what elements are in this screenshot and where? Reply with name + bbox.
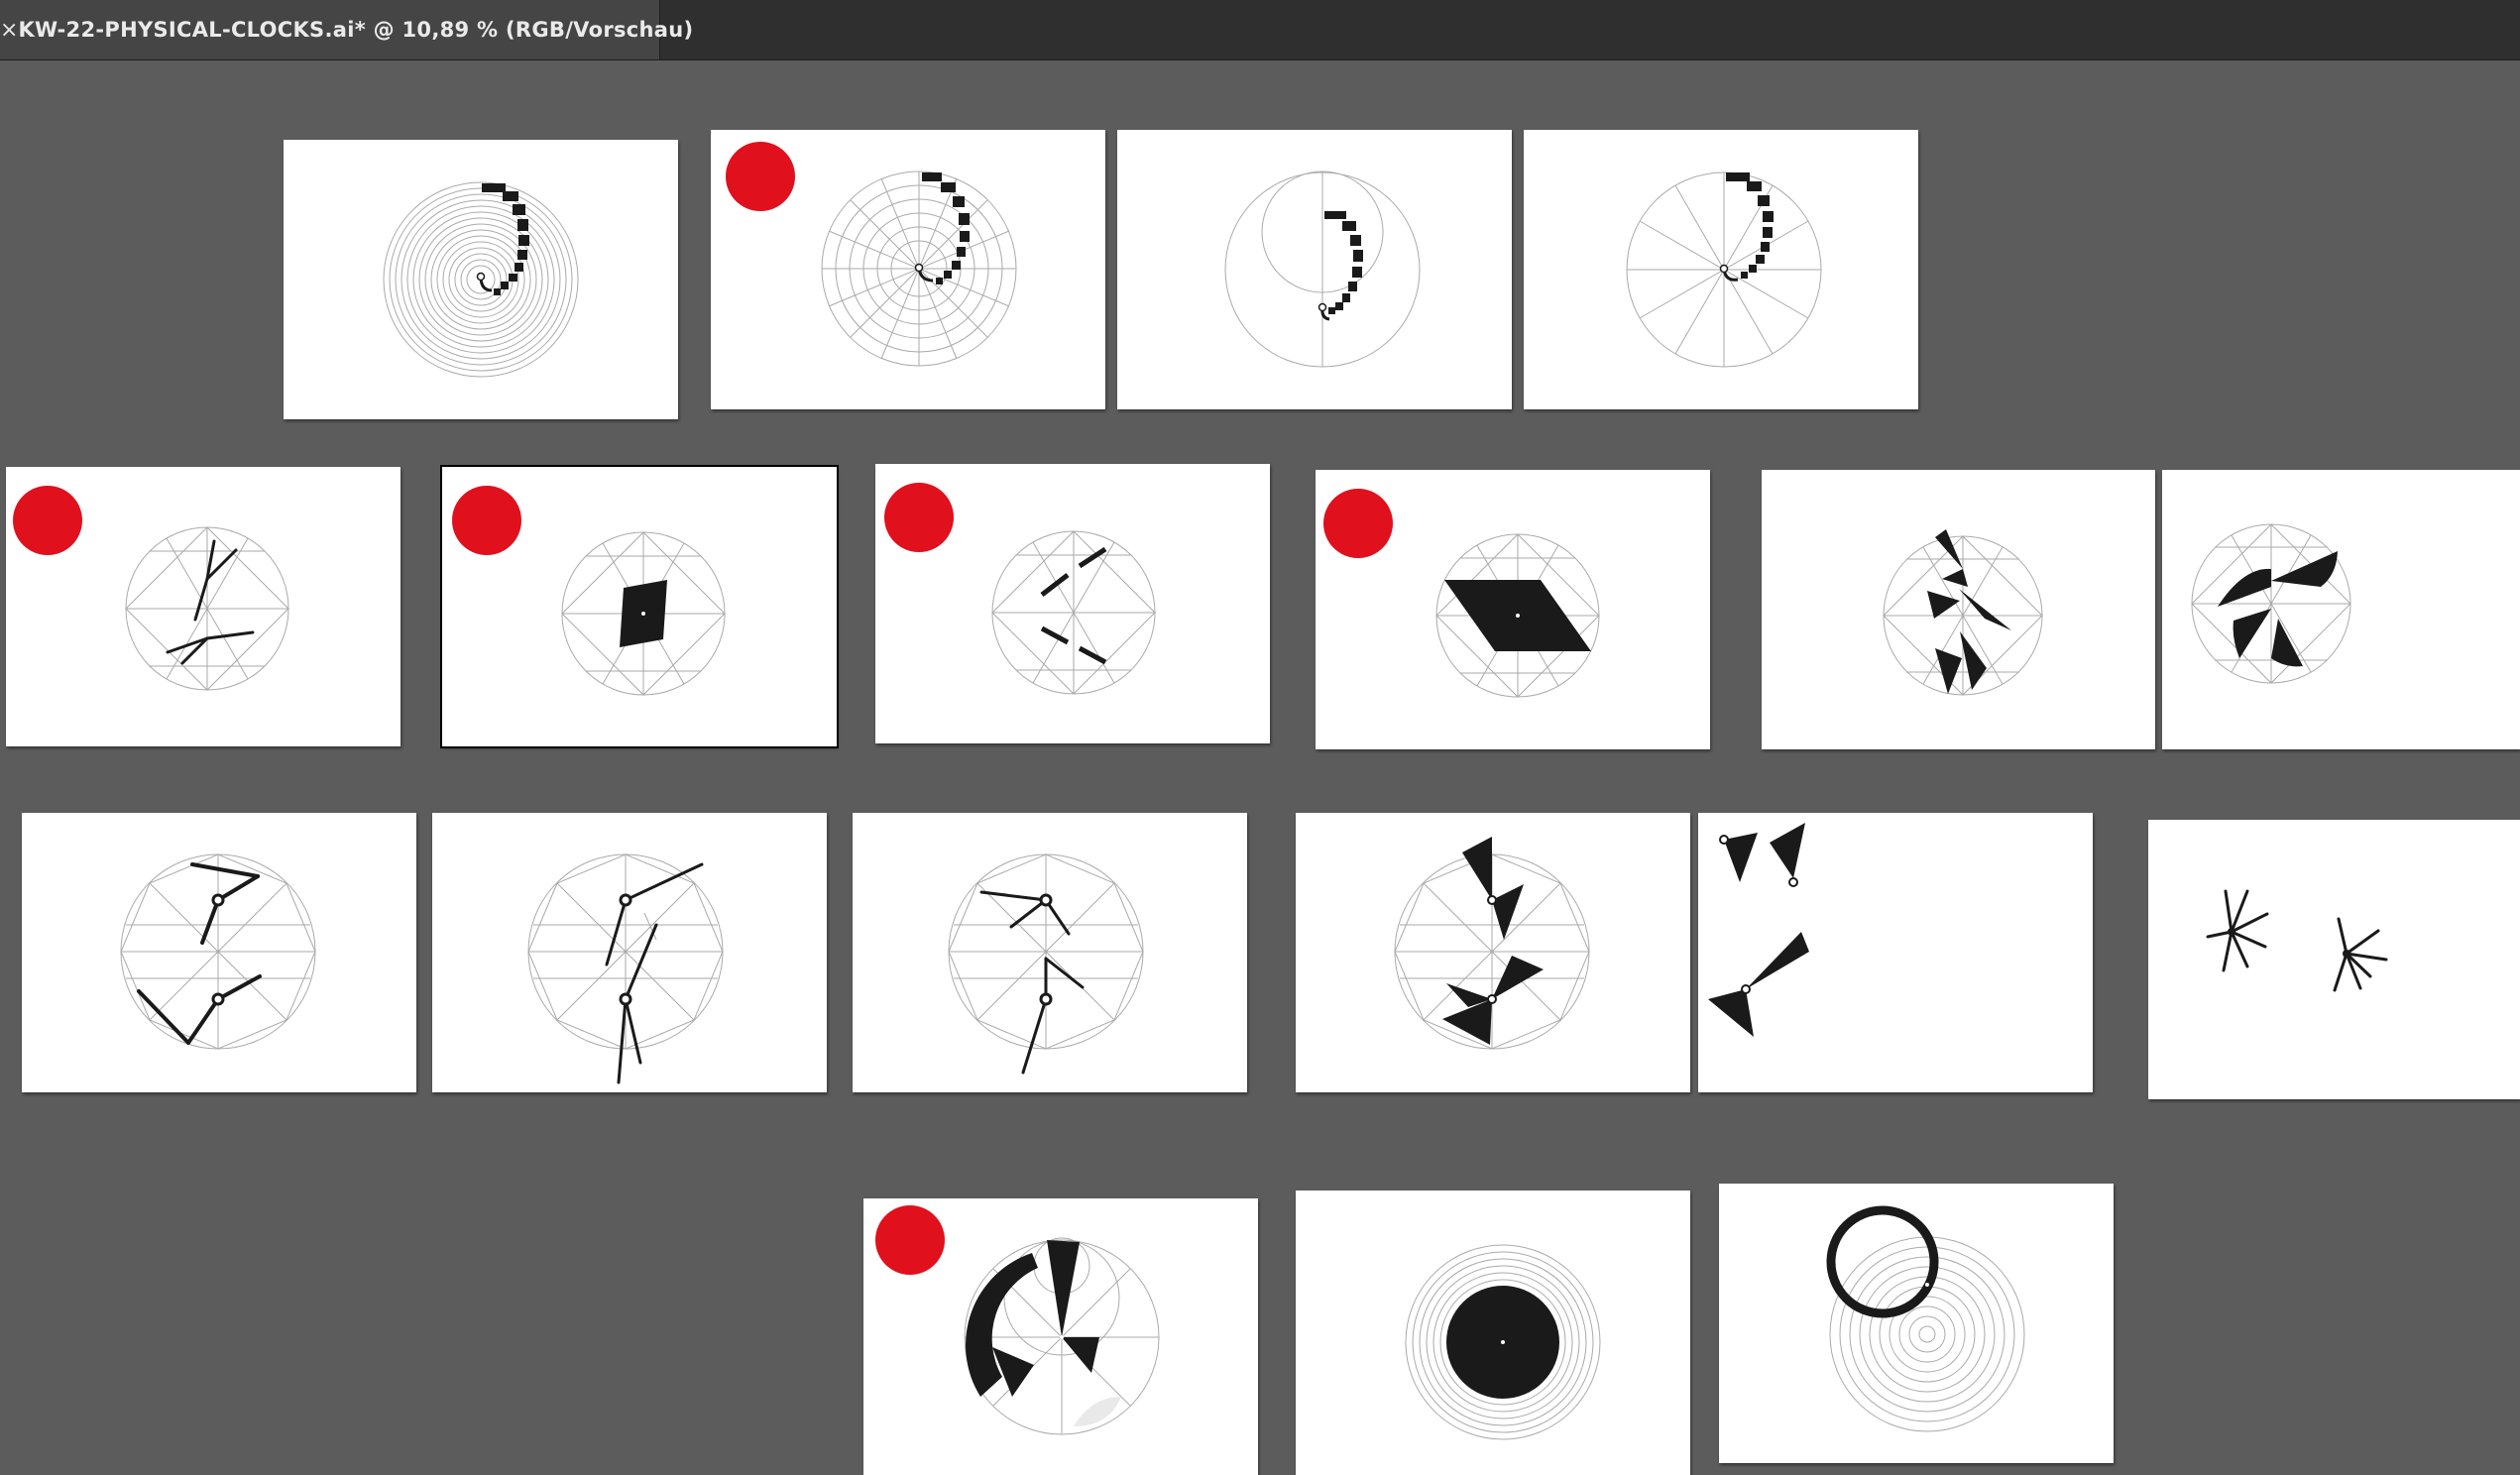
marker-dot bbox=[13, 486, 82, 555]
starbursts bbox=[2206, 889, 2388, 992]
marker-dot bbox=[884, 483, 954, 552]
double-hands-clock bbox=[13, 486, 289, 691]
artboard[interactable] bbox=[284, 140, 678, 419]
artboard[interactable] bbox=[863, 1198, 1258, 1475]
artboard[interactable] bbox=[853, 813, 1247, 1092]
polar-grid-spiral-clock bbox=[726, 142, 1017, 367]
document-tab[interactable]: × KW-22-PHYSICAL-CLOCKS.ai* @ 10,89 % (R… bbox=[0, 0, 693, 59]
bar-pairs-clock bbox=[884, 483, 1156, 695]
artboard[interactable] bbox=[432, 813, 827, 1092]
close-tab-icon[interactable]: × bbox=[0, 18, 18, 43]
artboard[interactable] bbox=[1296, 1191, 1690, 1475]
document-tab-bar: × KW-22-PHYSICAL-CLOCKS.ai* @ 10,89 % (R… bbox=[0, 0, 2520, 60]
diamond-center-clock bbox=[452, 486, 726, 696]
filled-disc-clock bbox=[1405, 1244, 1601, 1440]
marker-dot bbox=[1323, 489, 1393, 558]
wedge-cluster-clock bbox=[2191, 523, 2351, 684]
artboard[interactable] bbox=[1698, 813, 2093, 1092]
floating-wedges bbox=[1708, 823, 1809, 1037]
artboard[interactable] bbox=[22, 813, 416, 1092]
artboard[interactable] bbox=[1117, 130, 1512, 409]
artboard[interactable] bbox=[2148, 820, 2520, 1099]
marker-dot bbox=[452, 486, 521, 555]
artboard-canvas[interactable] bbox=[0, 60, 2520, 1475]
artboard[interactable] bbox=[1316, 470, 1710, 749]
two-clocks-hands bbox=[120, 853, 316, 1050]
artboard[interactable] bbox=[1719, 1184, 2114, 1463]
ring-over-target-clock bbox=[1826, 1205, 2025, 1432]
artboard[interactable] bbox=[1296, 813, 1690, 1092]
marker-dot bbox=[726, 142, 795, 211]
two-clocks-wedges bbox=[1394, 837, 1590, 1050]
triangles-bowtie-clock bbox=[1883, 529, 2043, 696]
spiral-rings-clock bbox=[383, 181, 579, 378]
inner-circle-spiral-clock bbox=[1224, 170, 1421, 368]
two-clocks-long-hands bbox=[527, 853, 724, 1084]
artboard[interactable] bbox=[1762, 470, 2155, 749]
parallelogram-clock bbox=[1323, 489, 1600, 698]
artboard[interactable] bbox=[6, 467, 401, 746]
moon-phases-clock bbox=[875, 1205, 1160, 1435]
artboard-selected[interactable] bbox=[440, 465, 839, 748]
artboard[interactable] bbox=[2162, 470, 2520, 749]
artboard[interactable] bbox=[1524, 130, 1918, 409]
marker-dot bbox=[875, 1205, 945, 1275]
artboard[interactable] bbox=[875, 464, 1270, 743]
two-clocks-hands-b bbox=[948, 853, 1144, 1075]
document-tab-title: KW-22-PHYSICAL-CLOCKS.ai* @ 10,89 % (RGB… bbox=[18, 18, 694, 42]
spoke-spiral-clock bbox=[1626, 171, 1822, 368]
artboard[interactable] bbox=[711, 130, 1105, 409]
